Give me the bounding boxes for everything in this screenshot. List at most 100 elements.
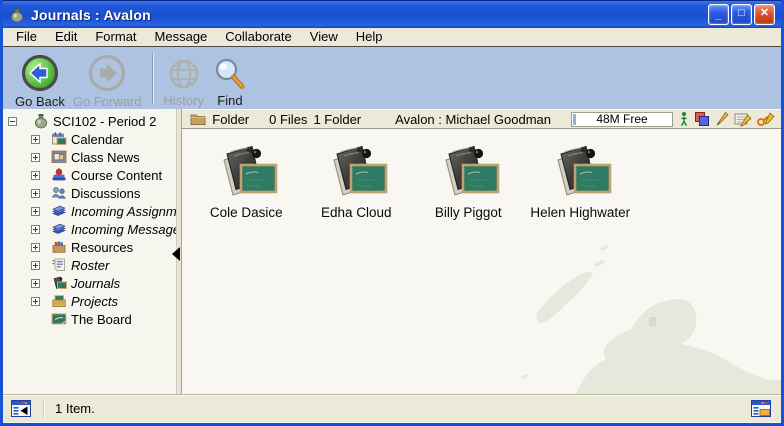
menu-file[interactable]: File (7, 28, 46, 46)
find-magnifier-icon (212, 56, 248, 92)
minimize-button[interactable]: _ (708, 4, 729, 25)
menu-bar: File Edit Format Message Collaborate Vie… (3, 28, 781, 47)
expand-plus-icon[interactable] (31, 135, 40, 144)
tree-label: Journals (71, 276, 120, 291)
history-button[interactable]: History (160, 51, 208, 110)
folder-type-label: Folder (212, 112, 249, 127)
layers-icon[interactable] (694, 111, 710, 127)
tree-label: Resources (71, 240, 133, 255)
server-user-label: Avalon : Michael Goodman (395, 112, 551, 127)
maximize-button[interactable]: □ (731, 4, 752, 25)
tree-label: The Board (71, 312, 132, 327)
chalkboard-icon (51, 311, 67, 327)
tree-item-journals[interactable]: Journals (3, 274, 176, 292)
journal-item-helen-highwater[interactable]: Helen Highwater (520, 143, 640, 220)
app-window: Journals : Avalon _ □ ✕ File Edit Format… (0, 0, 784, 426)
item-count-label: 1 Item. (55, 401, 95, 416)
tree-label: Incoming Messages (71, 222, 176, 237)
tree-item-roster[interactable]: Roster (3, 256, 176, 274)
pencil-icon[interactable] (715, 111, 729, 127)
tree-item-the-board[interactable]: The Board (3, 310, 176, 328)
menu-edit[interactable]: Edit (46, 28, 86, 46)
folder-contents: Cole Dasice Edha Cloud Billy Piggot Hele… (182, 129, 781, 394)
file-count: 0 Files (269, 112, 307, 127)
toggle-right-panel-icon[interactable] (751, 400, 771, 417)
journal-book-icon (324, 143, 388, 201)
folder-info-bar: Folder 0 Files 1 Folder Avalon : Michael… (182, 109, 781, 129)
key-pen-icon[interactable] (757, 111, 775, 127)
expand-plus-icon[interactable] (31, 243, 40, 252)
tree-item-projects[interactable]: Projects (3, 292, 176, 310)
journal-item-billy-piggot[interactable]: Billy Piggot (408, 143, 528, 220)
tree-item-class-news[interactable]: Class News (3, 148, 176, 166)
close-button[interactable]: ✕ (754, 4, 775, 25)
expand-plus-icon[interactable] (31, 225, 40, 234)
journal-book-icon (548, 143, 612, 201)
window-titlebar[interactable]: Journals : Avalon _ □ ✕ (3, 0, 781, 28)
minimize-icon: _ (715, 10, 721, 21)
tree-label: Class News (71, 150, 140, 165)
tree-label: Incoming Assignments (71, 204, 176, 219)
expand-plus-icon[interactable] (31, 297, 40, 306)
expand-plus-icon[interactable] (31, 279, 40, 288)
tree-item-calendar[interactable]: Calendar (3, 130, 176, 148)
edit-notepad-icon[interactable] (734, 111, 752, 127)
journal-name-label: Billy Piggot (435, 205, 502, 220)
member-person-icon[interactable] (679, 111, 689, 127)
journal-name-label: Helen Highwater (530, 205, 630, 220)
toggle-left-panel-icon[interactable] (11, 400, 31, 417)
expand-plus-icon[interactable] (31, 207, 40, 216)
expand-plus-icon[interactable] (31, 189, 40, 198)
journal-item-cole-dasice[interactable]: Cole Dasice (186, 143, 306, 220)
project-crate-icon (51, 293, 67, 309)
folder-count: 1 Folder (313, 112, 361, 127)
tree-item-incoming-messages[interactable]: Incoming Messages (3, 220, 176, 238)
toolbar: Go Back Go Forward History Find (3, 47, 781, 109)
go-back-button[interactable]: Go Back (11, 51, 69, 111)
tree-item-course-root[interactable]: SCI102 - Period 2 (3, 112, 176, 130)
menu-view[interactable]: View (301, 28, 347, 46)
status-separator (43, 400, 45, 418)
menu-help[interactable]: Help (347, 28, 392, 46)
tree-label: Calendar (71, 132, 124, 147)
tree-item-discussions[interactable]: Discussions (3, 184, 176, 202)
calendar-icon (51, 131, 67, 147)
tree-label: Projects (71, 294, 118, 309)
menu-collaborate[interactable]: Collaborate (216, 28, 301, 46)
journal-book-icon (51, 275, 67, 291)
free-space-gauge: 48M Free (571, 112, 673, 127)
tree-label: Roster (71, 258, 109, 273)
history-globe-icon (166, 56, 202, 92)
go-back-icon (20, 53, 60, 93)
used-space-indicator (573, 114, 576, 125)
journal-name-label: Edha Cloud (321, 205, 392, 220)
history-label: History (164, 93, 204, 108)
book-stack-icon (51, 221, 67, 237)
tree-label: Course Content (71, 168, 162, 183)
collapse-expander-icon[interactable] (8, 117, 17, 126)
flask-icon (33, 113, 49, 129)
tree-item-course-content[interactable]: Course Content (3, 166, 176, 184)
book-stack-icon (51, 203, 67, 219)
find-button[interactable]: Find (208, 51, 252, 110)
status-bar: 1 Item. (3, 394, 781, 422)
journal-item-edha-cloud[interactable]: Edha Cloud (296, 143, 416, 220)
expand-plus-icon[interactable] (31, 261, 40, 270)
go-forward-label: Go Forward (73, 94, 142, 109)
menu-format[interactable]: Format (86, 28, 145, 46)
main-panel: Folder 0 Files 1 Folder Avalon : Michael… (182, 109, 781, 394)
app-flask-icon (9, 7, 25, 23)
window-title: Journals : Avalon (31, 7, 708, 23)
journal-name-label: Cole Dasice (210, 205, 283, 220)
tree-item-resources[interactable]: Resources (3, 238, 176, 256)
tree-item-incoming-assignments[interactable]: Incoming Assignments (3, 202, 176, 220)
folder-icon (190, 112, 206, 126)
journal-book-icon (436, 143, 500, 201)
go-forward-button[interactable]: Go Forward (69, 51, 146, 111)
expand-plus-icon[interactable] (31, 171, 40, 180)
menu-message[interactable]: Message (146, 28, 217, 46)
map-watermark (481, 229, 781, 394)
journal-book-icon (214, 143, 278, 201)
expand-plus-icon[interactable] (31, 153, 40, 162)
collapse-panel-arrow-icon[interactable] (172, 247, 180, 261)
